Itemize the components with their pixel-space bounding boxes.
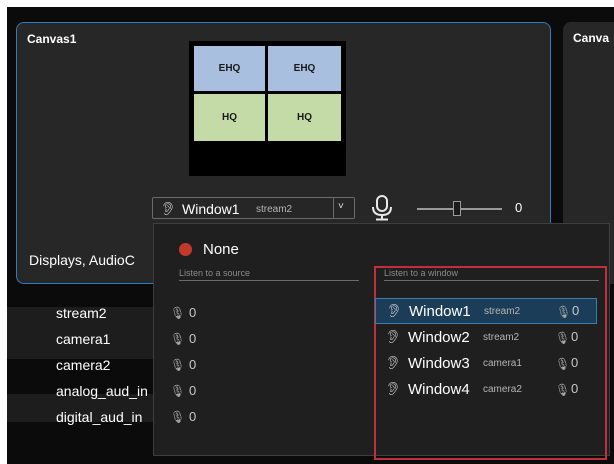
source-volume: 0 (189, 409, 197, 424)
preview-cell-ehq-1: EHQ (194, 46, 265, 91)
window-name: Window2 (408, 329, 470, 346)
volume-value: 0 (515, 200, 523, 215)
preview-cell-ehq-2: EHQ (268, 46, 341, 91)
source-name: digital_aud_in (56, 409, 143, 425)
selected-source-name: Window1 (182, 201, 240, 217)
microphone-icon: 🎙︎ (170, 410, 186, 424)
microphone-icon: 🎙︎ (170, 306, 186, 320)
ear-icon: 👂︎ (385, 381, 402, 396)
divider (179, 280, 359, 281)
window-item[interactable]: 👂︎ Window3 camera1 🎙︎ 0 (375, 351, 597, 377)
window-item-selected[interactable]: 👂︎ Window1 stream2 🎙︎ 0 (375, 298, 597, 324)
window-name: Window1 (409, 303, 471, 320)
canvas-title: Canvas1 (27, 32, 77, 46)
ear-icon: 👂︎ (386, 303, 403, 318)
source-name: camera2 (56, 357, 111, 373)
volume-slider-thumb[interactable] (453, 201, 461, 216)
microphone-icon: 🎙︎ (170, 358, 186, 372)
preview-cell-hq-1: HQ (194, 94, 265, 141)
source-volume: 0 (189, 383, 197, 398)
displays-label: Displays, AudioC (29, 252, 135, 268)
window-name: Window4 (408, 381, 470, 398)
ear-icon: 👂︎ (160, 201, 177, 216)
canvas-title-2: Canva (573, 31, 610, 45)
microphone-icon: 🎙︎ (170, 332, 186, 346)
window-item[interactable]: 👂︎ Window4 camera2 🎙︎ 0 (375, 377, 597, 403)
source-name: analog_aud_in (56, 383, 148, 399)
window-volume: 0 (571, 355, 579, 370)
source-item[interactable]: camera1 🎙︎ 0 (56, 329, 216, 351)
source-volume: 0 (189, 305, 197, 320)
source-item[interactable]: digital_aud_in 🎙︎ 0 (56, 407, 216, 429)
window-sub: stream2 (483, 332, 520, 343)
select-divider (333, 198, 334, 218)
microphone-icon: 🎙︎ (556, 305, 572, 319)
source-volume: 0 (189, 357, 197, 372)
audio-source-select[interactable]: 👂︎ Window1 stream2 ˅ (152, 197, 355, 219)
canvas-preview[interactable]: EHQ EHQ HQ HQ (189, 41, 346, 176)
ear-icon: 👂︎ (385, 355, 402, 370)
microphone-icon: 🎙︎ (555, 331, 571, 345)
chevron-down-icon[interactable]: ˅ (338, 201, 344, 212)
window-volume: 0 (572, 303, 580, 318)
microphone-icon[interactable] (371, 194, 393, 222)
microphone-icon: 🎙︎ (170, 384, 186, 398)
source-item[interactable]: analog_aud_in 🎙︎ 0 (56, 381, 216, 403)
window-item[interactable]: 👂︎ Window2 stream2 🎙︎ 0 (375, 325, 597, 351)
window-volume: 0 (571, 381, 579, 396)
audio-controls: 👂︎ Window1 stream2 ˅ 0 (152, 194, 532, 222)
preview-cell-hq-2: HQ (268, 94, 341, 141)
window-sub: camera2 (483, 384, 522, 395)
source-section-label: Listen to a source (179, 268, 251, 278)
mute-icon (179, 243, 192, 256)
ear-icon: 👂︎ (385, 329, 402, 344)
window-name: Window3 (408, 355, 470, 372)
app-stage: Canvas1 EHQ EHQ HQ HQ Displays, AudioC C… (7, 7, 614, 464)
source-volume: 0 (189, 331, 197, 346)
microphone-icon: 🎙︎ (555, 357, 571, 371)
option-none-label: None (203, 241, 239, 258)
source-item[interactable]: stream2 🎙︎ 0 (56, 303, 216, 325)
selected-source-sub: stream2 (256, 204, 293, 215)
source-name: camera1 (56, 331, 111, 347)
source-name: stream2 (56, 305, 107, 321)
source-item[interactable]: camera2 🎙︎ 0 (56, 355, 216, 377)
window-sub: stream2 (484, 306, 521, 317)
microphone-icon: 🎙︎ (555, 383, 571, 397)
window-volume: 0 (571, 329, 579, 344)
window-sub: camera1 (483, 358, 522, 369)
